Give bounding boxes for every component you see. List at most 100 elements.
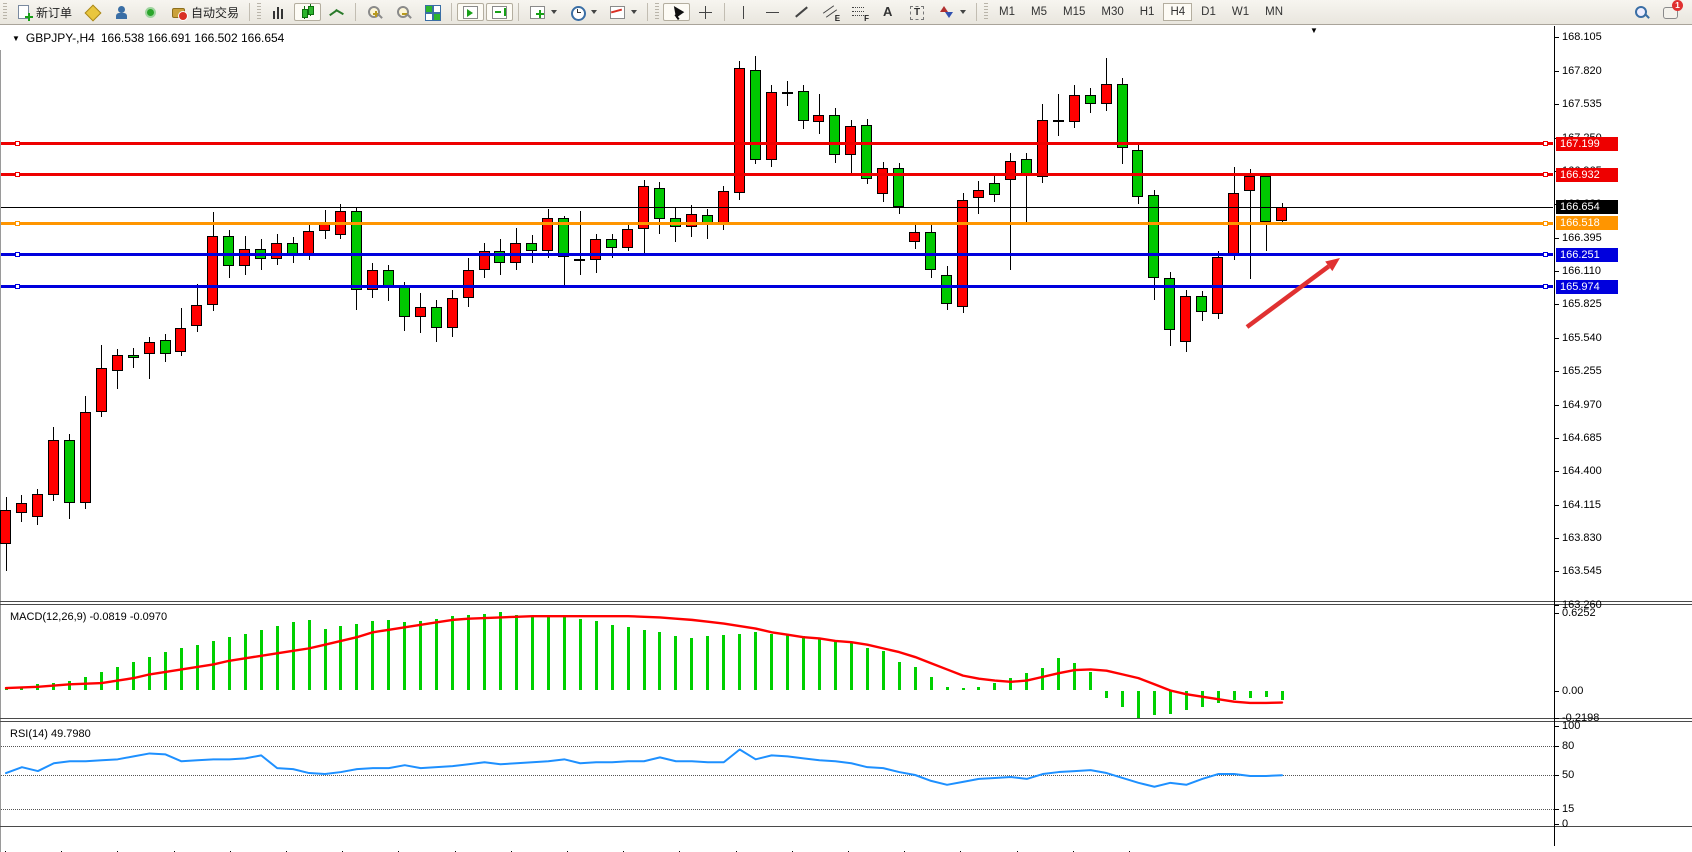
chart-shift-button[interactable] xyxy=(486,3,513,21)
chevron-down-icon xyxy=(960,10,966,14)
tile-windows-button[interactable] xyxy=(419,3,446,21)
line-chart-icon xyxy=(328,4,345,21)
tab-timeframe-M1[interactable]: M1 xyxy=(992,3,1022,21)
separator xyxy=(976,3,977,21)
trendline-tool-button[interactable] xyxy=(788,3,815,21)
fibonacci-icon: F xyxy=(851,4,868,21)
auto-scroll-icon xyxy=(462,4,479,21)
price-axis-tick xyxy=(1554,605,1559,606)
tab-timeframe-MN[interactable]: MN xyxy=(1258,3,1290,21)
new-order-label: 新订单 xyxy=(36,4,72,21)
cursor-tool-button[interactable] xyxy=(663,3,690,21)
horizontal-line-icon xyxy=(764,4,781,21)
chart-shift-marker-icon: ▼ xyxy=(1310,26,1318,35)
crosshair-tool-button[interactable] xyxy=(692,3,719,21)
price-axis-tick xyxy=(1554,271,1559,272)
price-axis-label: 167.535 xyxy=(1562,98,1602,110)
paint-bucket-icon xyxy=(84,4,101,21)
tab-timeframe-H4[interactable]: H4 xyxy=(1163,3,1192,21)
price-axis-tick xyxy=(1554,338,1559,339)
search-button[interactable] xyxy=(1628,3,1655,21)
price-axis-tick xyxy=(1554,538,1559,539)
rsi-axis-tick xyxy=(1554,809,1559,810)
price-level-badge: 166.518 xyxy=(1556,216,1618,230)
macd-axis-tick xyxy=(1554,613,1559,614)
new-order-button[interactable]: 新订单 xyxy=(11,3,77,21)
periods-button[interactable] xyxy=(564,3,602,21)
tab-timeframe-D1[interactable]: D1 xyxy=(1194,3,1223,21)
toolbar-grip xyxy=(984,3,988,21)
fibonacci-tool-button[interactable]: F xyxy=(846,3,873,21)
price-axis-tick xyxy=(1554,71,1559,72)
text-tool-button[interactable]: A xyxy=(875,3,902,21)
price-axis-label: 167.820 xyxy=(1562,65,1602,77)
price-axis-tick xyxy=(1554,471,1559,472)
vertical-line-tool-button[interactable] xyxy=(730,3,757,21)
chevron-down-icon xyxy=(551,10,557,14)
text-label-icon: T xyxy=(909,4,926,21)
chevron-down-icon xyxy=(591,10,597,14)
rsi-axis-tick xyxy=(1554,746,1559,747)
price-axis-label: 168.105 xyxy=(1562,31,1602,43)
rsi-axis-tick xyxy=(1554,824,1559,825)
tab-timeframe-M30[interactable]: M30 xyxy=(1094,3,1130,21)
tab-timeframe-M5[interactable]: M5 xyxy=(1024,3,1054,21)
price-axis-label: 164.400 xyxy=(1562,465,1602,477)
templates-button[interactable] xyxy=(604,3,642,21)
clock-icon xyxy=(569,4,586,21)
zoom-out-icon xyxy=(395,4,412,21)
auto-scroll-button[interactable] xyxy=(457,3,484,21)
styler-button[interactable] xyxy=(79,3,106,21)
toolbar-grip xyxy=(257,3,261,21)
rsi-axis-tick xyxy=(1554,775,1559,776)
tab-timeframe-W1[interactable]: W1 xyxy=(1225,3,1256,21)
bar-chart-button[interactable] xyxy=(265,3,292,21)
indicators-button[interactable] xyxy=(524,3,562,21)
separator xyxy=(355,3,356,21)
price-axis-tick xyxy=(1554,405,1559,406)
price-axis-tick xyxy=(1554,37,1559,38)
price-axis-label: 165.255 xyxy=(1562,365,1602,377)
line-chart-button[interactable] xyxy=(323,3,350,21)
toolbar-grip xyxy=(3,3,7,21)
signals-button[interactable] xyxy=(137,3,164,21)
panel-divider[interactable] xyxy=(0,718,1692,719)
profile-button[interactable] xyxy=(108,3,135,21)
rsi-axis-label: 15 xyxy=(1562,803,1574,815)
chevron-down-icon xyxy=(631,10,637,14)
tab-timeframe-M15[interactable]: M15 xyxy=(1056,3,1092,21)
profile-icon xyxy=(113,4,130,21)
search-icon xyxy=(1633,4,1650,21)
tab-timeframe-H1[interactable]: H1 xyxy=(1133,3,1162,21)
candlestick-chart-button[interactable] xyxy=(294,3,321,21)
horizontal-line-tool-button[interactable] xyxy=(759,3,786,21)
panel-divider[interactable] xyxy=(0,601,1692,602)
rsi-axis-label: 100 xyxy=(1562,720,1580,732)
channel-tool-button[interactable]: E xyxy=(817,3,844,21)
separator xyxy=(647,3,648,21)
price-axis-tick xyxy=(1554,438,1559,439)
zoom-out-button[interactable] xyxy=(390,3,417,21)
price-axis-label: 164.970 xyxy=(1562,399,1602,411)
panel-divider xyxy=(0,604,1692,605)
price-level-badge: 167.199 xyxy=(1556,137,1618,151)
price-axis-label: 163.545 xyxy=(1562,565,1602,577)
macd-axis-label: 0.6252 xyxy=(1562,607,1596,619)
notifications-button[interactable]: 1 xyxy=(1657,3,1684,21)
text-label-tool-button[interactable]: T xyxy=(904,3,931,21)
price-axis-label: 163.830 xyxy=(1562,532,1602,544)
auto-trading-button[interactable]: 自动交易 xyxy=(166,3,244,21)
price-level-badge: 166.932 xyxy=(1556,168,1618,182)
cursor-icon xyxy=(668,4,685,21)
crosshair-icon xyxy=(697,4,714,21)
arrows-tool-button[interactable] xyxy=(933,3,971,21)
separator xyxy=(724,3,725,21)
separator xyxy=(518,3,519,21)
rsi-axis-tick xyxy=(1554,726,1559,727)
price-axis-tick xyxy=(1554,104,1559,105)
arrows-icon xyxy=(938,4,955,21)
price-level-badge: 166.654 xyxy=(1556,200,1618,214)
price-axis-tick xyxy=(1554,505,1559,506)
zoom-in-button[interactable] xyxy=(361,3,388,21)
toolbar-grip xyxy=(655,3,659,21)
